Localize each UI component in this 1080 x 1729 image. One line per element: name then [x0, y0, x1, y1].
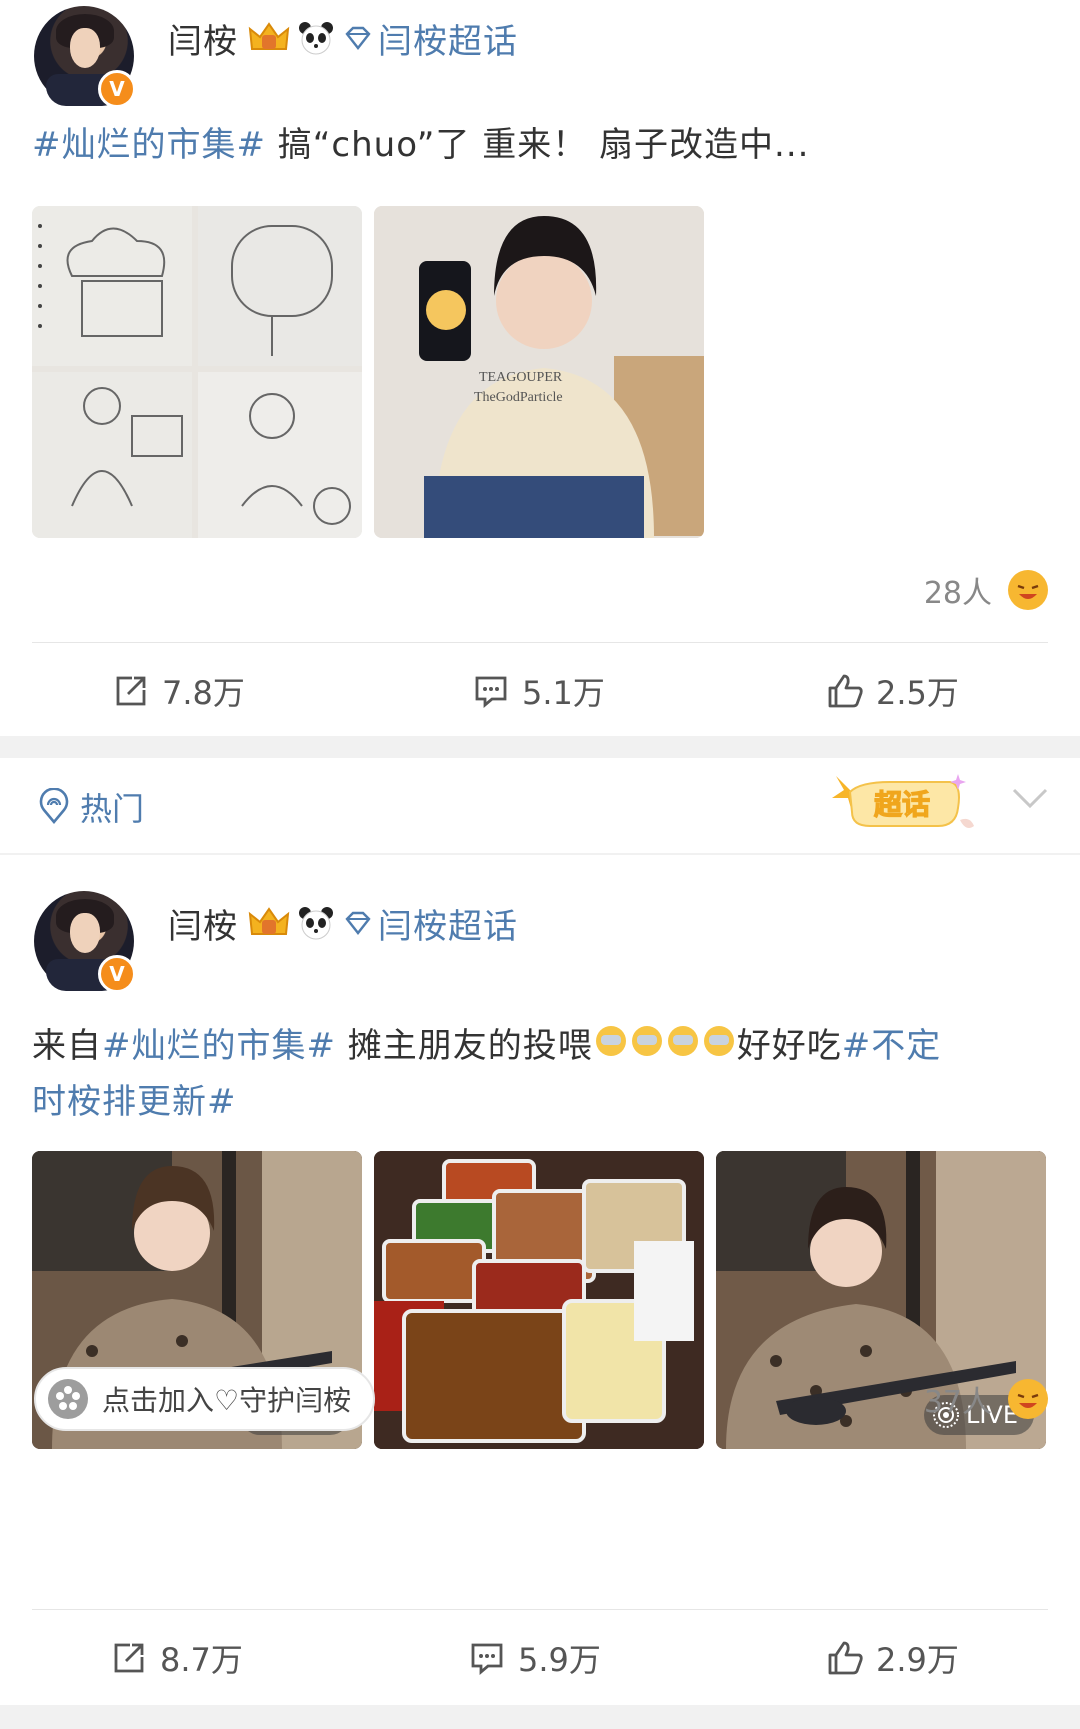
post-prefix-text: 来自 — [32, 1026, 102, 1066]
author-name[interactable]: 闫桉 — [168, 14, 238, 63]
post-after-emoji-text: 好好吃 — [736, 1026, 842, 1066]
svg-text:TEAGOUPER: TEAGOUPER — [479, 370, 563, 385]
comment-button[interactable]: 5.1万 — [472, 668, 605, 714]
divider — [32, 642, 1048, 643]
action-bar: 7.8万 5.1万 2.5万 — [0, 646, 1080, 736]
diamond-icon — [345, 26, 371, 50]
guard-flower-icon — [48, 1379, 88, 1419]
share-icon — [114, 1643, 144, 1673]
verified-badge-icon: V — [98, 70, 136, 108]
diamond-icon — [345, 911, 371, 935]
reaction-summary[interactable]: 28人 — [924, 568, 1048, 612]
share-icon — [116, 676, 146, 706]
like-count: 2.9万 — [876, 1641, 959, 1679]
post-image-sketches[interactable] — [32, 206, 362, 538]
reaction-summary[interactable]: 37人 — [924, 1377, 1048, 1421]
avatar[interactable]: V — [34, 6, 136, 108]
thumbs-up-icon — [828, 1641, 863, 1675]
share-button[interactable]: 7.8万 — [112, 668, 245, 714]
laughing-emoji-icon — [1008, 570, 1048, 610]
comment-icon — [475, 676, 507, 709]
supertopic-link[interactable]: 闫桉超话 — [378, 899, 518, 948]
supertopic-sticker-icon: 超话 — [832, 774, 974, 828]
hashtag-link[interactable]: #不定 — [842, 1026, 942, 1066]
share-button[interactable]: 8.7万 — [110, 1635, 243, 1681]
hashtag-link[interactable]: #灿烂的市集# — [32, 125, 266, 165]
supertopic-badge[interactable]: 超话 — [830, 768, 980, 844]
post-image-selfie[interactable]: TEAGOUPER TheGodParticle — [374, 206, 704, 538]
face-emoji-icon — [593, 1021, 737, 1075]
hashtag-link[interactable]: #灿烂的市集# — [102, 1026, 336, 1066]
like-button[interactable]: 2.5万 — [826, 668, 959, 714]
action-bar: 8.7万 5.9万 2.9万 — [0, 1613, 1080, 1703]
comment-button[interactable]: 5.9万 — [468, 1635, 601, 1681]
reaction-count: 37人 — [923, 1385, 992, 1420]
share-count: 7.8万 — [162, 674, 245, 712]
panda-icon — [299, 22, 333, 55]
chevron-down-icon[interactable] — [1010, 786, 1050, 810]
crown-badge-icon — [248, 907, 290, 935]
post-text: 来自#灿烂的市集# 摊主朋友的投喂 好好吃#不定时桉排更新# — [32, 1019, 1042, 1129]
divider — [32, 1609, 1048, 1610]
post-body-text: 搞“chuo”了 重来！ 扇子改造中... — [265, 125, 810, 165]
comment-count: 5.9万 — [518, 1641, 601, 1679]
thumbs-up-icon — [828, 674, 863, 708]
like-button[interactable]: 2.9万 — [826, 1635, 959, 1681]
author-row: 闫桉 闫桉超话 — [168, 18, 518, 62]
supertopic-link[interactable]: 闫桉超话 — [378, 14, 518, 63]
hot-tab[interactable]: 热门 — [36, 784, 144, 830]
comment-icon — [471, 1643, 503, 1676]
like-count: 2.5万 — [876, 674, 959, 712]
post-card-2: V 闫桉 闫桉超话 来自#灿烂的市集# 摊主朋友的投喂 好好吃#不定 时桉排更新… — [0, 855, 1080, 1705]
post-image-food[interactable] — [374, 1151, 704, 1449]
verified-badge-icon: V — [98, 955, 136, 993]
crown-badge-icon — [248, 22, 290, 50]
post-body-text: 摊主朋友的投喂 — [335, 1026, 593, 1066]
author-row: 闫桉 闫桉超话 — [168, 903, 518, 947]
panda-icon — [299, 907, 333, 940]
laughing-emoji-icon — [1008, 1379, 1048, 1419]
hashtag-link[interactable]: 时桉排更新# — [32, 1082, 237, 1122]
join-guard-label: 点击加入♡守护闫桉 — [102, 1384, 352, 1417]
post-text: #灿烂的市集# 搞“chuo”了 重来！ 扇子改造中... — [32, 118, 809, 172]
svg-text:TheGodParticle: TheGodParticle — [474, 390, 563, 405]
hot-section-header: 热门 超话 — [0, 758, 1080, 853]
avatar[interactable]: V — [34, 891, 136, 993]
hot-location-icon — [39, 788, 69, 825]
reaction-count: 28人 — [923, 576, 992, 611]
hot-label: 热门 — [80, 790, 145, 828]
supertopic-badge-text: 超话 — [874, 788, 930, 821]
post-card-1: V 闫桉 闫桉超话 #灿烂的市集# 搞“chuo”了 重来！ 扇子改造中... — [0, 0, 1080, 736]
author-name[interactable]: 闫桉 — [168, 899, 238, 948]
join-guard-button[interactable]: 点击加入♡守护闫桉 — [34, 1367, 376, 1431]
share-count: 8.7万 — [160, 1641, 243, 1679]
comment-count: 5.1万 — [522, 674, 605, 712]
